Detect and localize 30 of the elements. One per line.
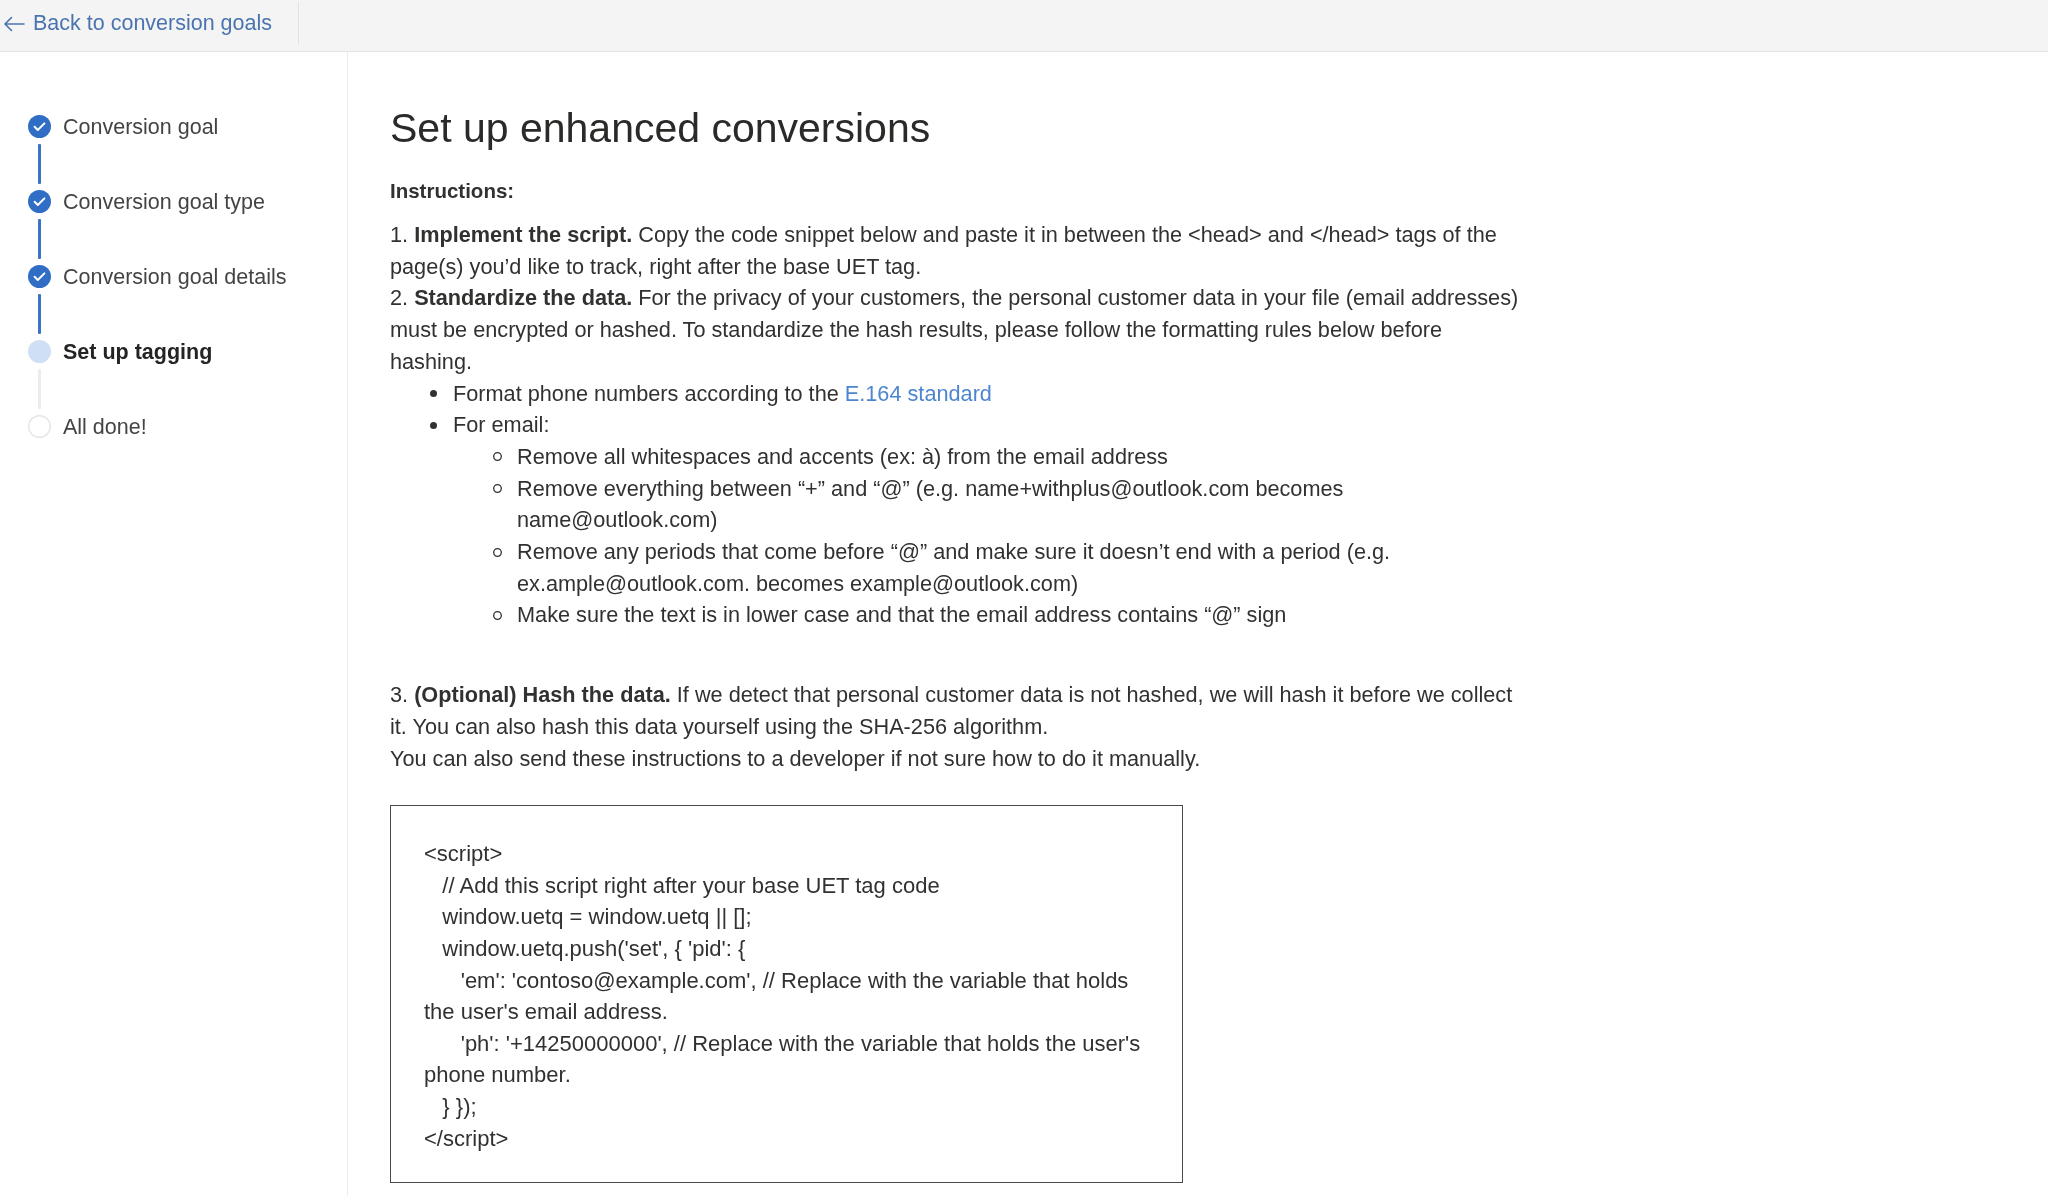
- rule-text: Remove all whitespaces and accents (ex: à) from the email address: [517, 442, 1169, 471]
- step-connector: [38, 219, 41, 259]
- hollow-circle-bullet-icon: [493, 452, 502, 462]
- step-label: Conversion goal type: [63, 188, 265, 216]
- instruction-text: 1. Implement the script. Copy the code snippet below and paste it in between the <head> and </head> tags of the page(s) you’d like to track, right after the base UET tag.: [390, 221, 1498, 281]
- instructions-heading: Instructions:: [390, 178, 515, 204]
- instruction-text: 2. Standardize the data. For the privacy of your customers, the personal customer data in your file (email addresses) must be encrypted or hashed. To standardize the hash results, please follow the formatting rules below before hashing.: [390, 284, 1520, 376]
- back-link[interactable]: Back to conversion goals: [0, 7, 279, 40]
- note-text: You can also send these instructions to a developer if not sure how to do it manually.: [390, 744, 1202, 773]
- step-label: All done!: [63, 413, 147, 441]
- rule-text: For email:: [453, 411, 551, 440]
- hollow-circle-bullet-icon: [493, 547, 502, 557]
- step-label: Conversion goal details: [63, 263, 287, 291]
- bullet-icon: [430, 390, 437, 397]
- step-label: Conversion goal: [63, 113, 219, 141]
- page-title: Set up enhanced conversions: [390, 104, 931, 153]
- inline-link[interactable]: E.164 standard: [844, 380, 992, 406]
- rule-text: Make sure the text is in lower case and that the email address contains “@” sign: [517, 601, 1288, 630]
- step-label: Set up tagging: [63, 338, 213, 366]
- hollow-circle-bullet-icon: [493, 610, 502, 620]
- arrow-left-icon: [3, 15, 25, 32]
- rule-text: Remove any periods that come before “@” and make sure it doesn’t end with a period (e.g. ex.ample@outlook.com. becomes example@outlook.com): [517, 538, 1392, 598]
- code-snippet: <script> // Add this script right after your base UET tag code window.uetq = window.uetq || []; window.uetq.push('set', { 'pid': { 'em': 'contoso@example.com', // Replace with the variable that holds the user's email address. 'ph': '+14250000000', // Replace with the variable that holds the user's phone number. } }); </script>: [390, 805, 1183, 1184]
- instruction-text: 3. (Optional) Hash the data. If we detect that personal customer data is not hashed, we will hash it before we collect it. You can also hash this data yourself using the SHA-256 algorithm.: [390, 681, 1514, 741]
- step-connector: [38, 144, 41, 184]
- rule-text: Remove everything between “+” and “@” (e.g. name+withplus@outlook.com becomes name@outlook.com): [517, 474, 1345, 535]
- bullet-icon: [430, 421, 437, 429]
- step-connector: [38, 294, 41, 334]
- rule-text: Format phone numbers according to the E.164 standard: [453, 379, 993, 408]
- hollow-circle-bullet-icon: [493, 484, 502, 494]
